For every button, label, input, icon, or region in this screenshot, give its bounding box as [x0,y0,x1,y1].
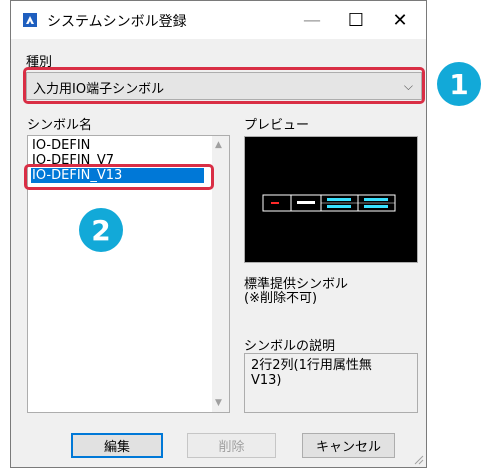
callout-badge-1: 1 [437,62,481,106]
callout-highlight-list-item [24,164,214,190]
resize-grip-icon[interactable] [412,453,424,465]
minimize-button[interactable]: — [289,1,335,39]
window-title: システムシンボル登録 [47,14,187,30]
standard-symbol-note: 標準提供シンボル (※削除不可) [244,277,349,306]
scroll-down-icon[interactable]: ▼ [215,398,222,408]
app-logo-icon [23,13,37,27]
symbol-preview [244,136,418,263]
delete-button[interactable]: 削除 [187,433,276,458]
description-label: シンボルの説明 [244,339,336,354]
description-field[interactable]: 2行2列(1行用属性無 V13) [244,353,418,413]
description-text: 2行2列(1行用属性無 V13) [251,358,372,388]
edit-button[interactable]: 編集 [71,433,163,458]
symbol-name-label: シンボル名 [27,118,93,133]
scroll-up-icon[interactable]: ▲ [215,140,222,150]
preview-symbol-drawing [262,194,396,212]
title-bar: システムシンボル登録 — ☐ ✕ [11,1,426,39]
listbox-scrollbar[interactable]: ▲ ▼ [212,136,229,412]
list-item[interactable]: IO-DEFIN [32,138,90,153]
callout-badge-2: 2 [79,208,123,252]
cancel-button[interactable]: キャンセル [302,433,395,458]
close-button[interactable]: ✕ [377,1,423,39]
maximize-button[interactable]: ☐ [333,1,379,39]
preview-label: プレビュー [244,118,310,133]
callout-highlight-type [23,67,425,104]
